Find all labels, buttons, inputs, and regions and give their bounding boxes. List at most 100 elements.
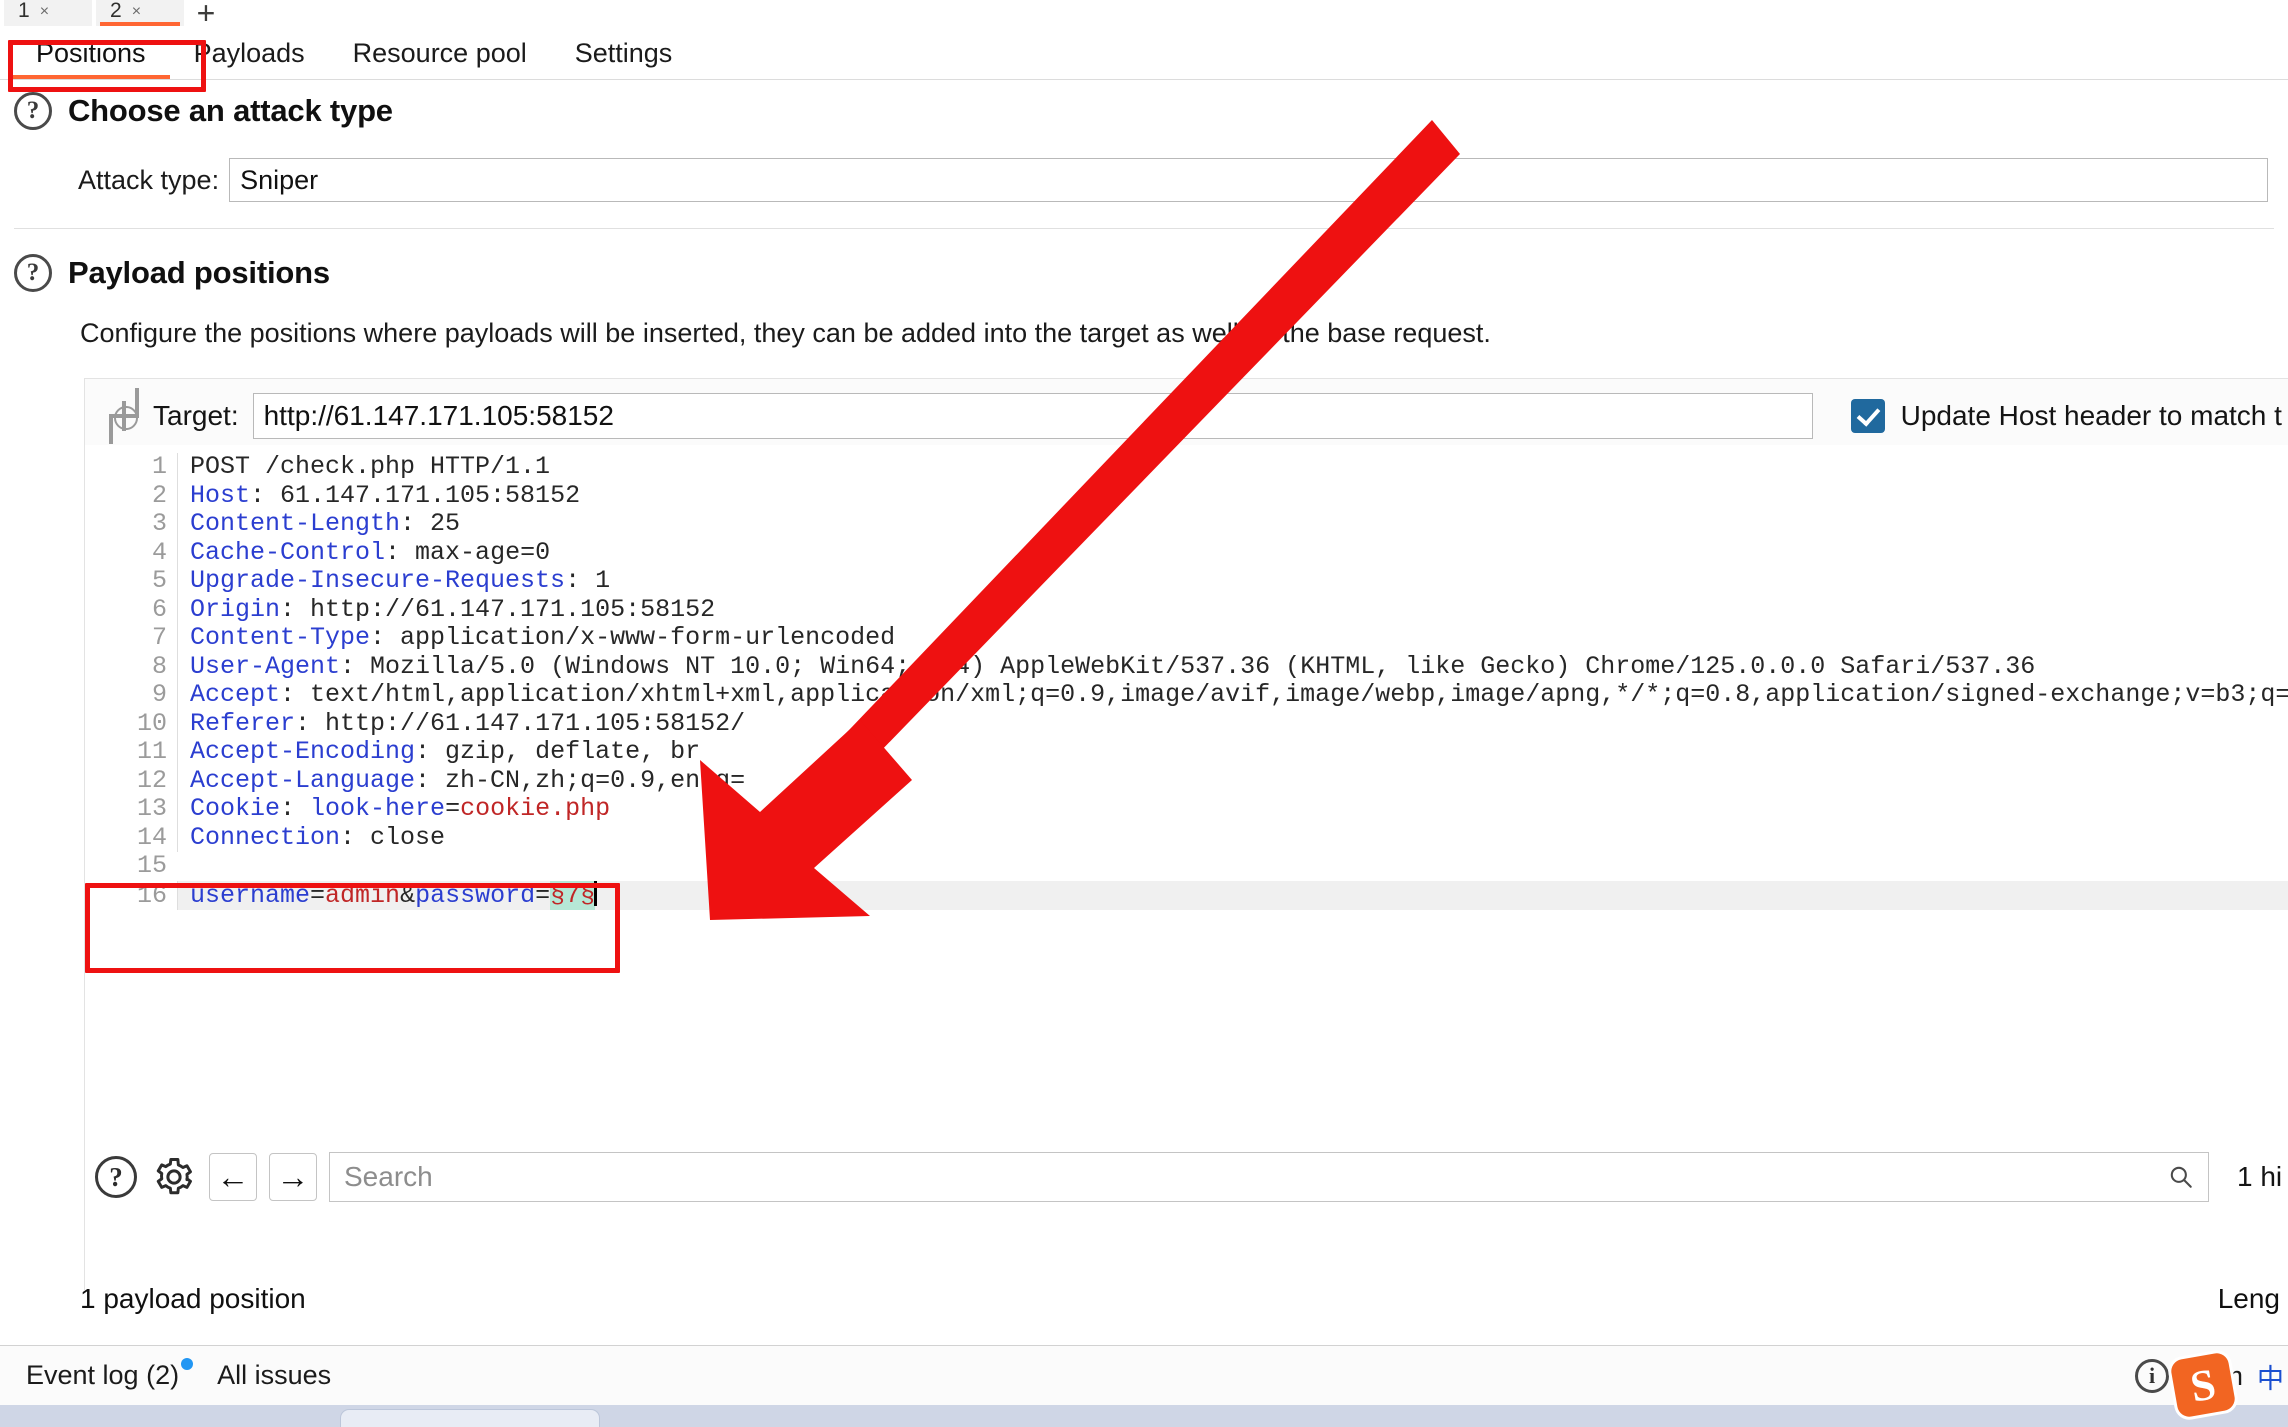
info-icon[interactable]: i [2135,1359,2169,1393]
request-line[interactable]: 16 username=admin&password=§7§ [85,880,2288,910]
window-tab-2-label: 2 [110,0,122,22]
search-hits-label: 1 hi [2237,1161,2283,1192]
attack-type-title: Choose an attack type [68,93,393,128]
code-token: : gzip, deflate, br [415,738,701,766]
help-icon[interactable]: ? [93,1154,139,1200]
sogou-ime-logo: S [2169,1351,2237,1419]
code-token: : text/html,application/xhtml+xml,applic… [280,681,2288,709]
request-line[interactable]: 12 Accept-Language: zh-CN,zh;q=0.9,en;q= [85,765,2288,795]
payload-positions-title: Payload positions [68,255,330,290]
attack-type-label: Attack type: [78,164,220,195]
line-number: 3 [151,509,167,538]
code-token: Accept [190,681,281,709]
line-number: 16 [85,881,177,910]
code-token: : 61.147.171.105:58152 [250,481,581,510]
code-token: & [400,880,416,910]
code-token: : http://61.147.171.105:58152/ [295,709,746,738]
request-code-area[interactable]: 1 POST /check.php HTTP/1.1 2 Host: 61.147.1… [85,445,2288,1427]
request-line[interactable]: 1 POST /check.php HTTP/1.1 [85,452,2288,482]
line-number: 8 [151,651,167,681]
line-number: 14 [136,822,167,852]
line-text: Content-Length: 25 [177,510,2288,539]
line-text: Cookie: look-here=cookie.php [177,795,2288,824]
line-text: Referer: http://61.147.171.105:58152/ [177,709,2288,738]
request-line[interactable]: 8 User-Agent: Mozilla/5.0 (Windows NT 10.… [85,651,2288,681]
request-line[interactable]: 11 Accept-Encoding: gzip, deflate, br [85,737,2288,767]
help-icon[interactable]: ? [14,254,52,292]
code-token: : 1 [565,567,611,595]
payload-position-count: 1 payload position [80,1283,306,1314]
line-text: username=admin&password=§7§ [177,880,2288,910]
line-text: Origin: http://61.147.171.105:58152 [177,595,2288,624]
code-token: look-here [310,795,446,823]
line-text: User-Agent: Mozilla/5.0 (Windows NT 10.0… [177,652,2288,681]
code-token: Cache-Control [190,538,386,567]
request-line[interactable]: 2 Host: 61.147.171.105:58152 [85,480,2288,510]
request-line[interactable]: 3 Content-Length: 25 [85,509,2288,539]
line-number: 12 [136,765,167,795]
search-input[interactable]: Search [329,1152,2209,1202]
update-host-header-checkbox[interactable] [1850,399,1885,433]
new-tab-button[interactable]: + [188,0,224,29]
search-back-button[interactable]: ← [209,1153,257,1201]
event-log-badge [181,1358,194,1370]
gear-icon[interactable] [151,1154,197,1200]
line-text: Connection: close [177,823,2288,852]
update-host-header-label: Update Host header to match t [1900,400,2282,431]
request-line[interactable]: 4 Cache-Control: max-age=0 [85,538,2288,567]
attack-type-select[interactable]: Sniper [229,158,2268,202]
code-token: = [310,880,326,910]
window-tab-1[interactable]: 1 × [4,0,92,26]
code-token: username [190,880,311,910]
update-host-header-row[interactable]: Update Host header to match t [1850,399,2282,433]
code-token: : http://61.147.171.105:58152 [280,595,716,624]
request-line[interactable]: 13 Cookie: look-here=cookie.php [85,794,2288,824]
attack-type-section-header: ? Choose an attack type [14,92,393,130]
line-number: 2 [151,480,167,510]
burp-intruder-window: 1 × 2 × + Positions Payloads Resource po… [0,0,2288,1427]
target-input[interactable]: http://61.147.171.105:58152 [252,393,1813,439]
request-line[interactable]: 7 Content-Type: application/x-www-form-ur… [85,623,2288,653]
line-text: POST /check.php HTTP/1.1 [177,453,2288,482]
tab-resource-pool[interactable]: Resource pool [329,28,551,79]
status-bar: Event log (2) All issues i Mem 中 S [0,1345,2288,1419]
tab-positions[interactable]: Positions [12,28,170,79]
code-token: Origin [190,595,281,624]
code-token: = [445,795,461,823]
target-label: Target: [153,400,239,431]
status-all-issues[interactable]: All issues [217,1360,331,1391]
code-token: User-Agent [190,652,341,681]
taskbar-window-pill[interactable] [340,1409,600,1427]
line-text: Upgrade-Insecure-Requests: 1 [177,567,2288,596]
code-token: Referer [190,709,296,738]
request-line[interactable]: 5 Upgrade-Insecure-Requests: 1 [85,566,2288,596]
line-text: Accept-Encoding: gzip, deflate, br [177,738,2288,767]
ime-language-indicator[interactable]: 中 [2257,1357,2284,1396]
search-forward-button[interactable]: → [269,1153,317,1201]
window-tab-1-label: 1 [18,0,30,22]
tab-settings[interactable]: Settings [551,28,697,79]
payload-positions-description: Configure the positions where payloads w… [80,318,1491,348]
line-number: 10 [136,708,167,738]
status-event-log[interactable]: Event log (2) [26,1358,194,1391]
close-icon[interactable]: × [40,2,49,22]
tab-payloads[interactable]: Payloads [170,28,329,79]
close-icon[interactable]: × [132,2,141,22]
request-lines: 1 POST /check.php HTTP/1.1 2 Host: 61.147.1… [85,452,2288,910]
payload-positions-section-header: ? Payload positions [14,254,330,292]
request-line[interactable]: 9 Accept: text/html,application/xhtml+xml… [85,680,2288,710]
line-text: Content-Type: application/x-www-form-url… [177,624,2288,653]
request-line[interactable]: 15 [85,851,2288,881]
code-token: : Mozilla/5.0 (Windows NT 10.0; Win64; x… [340,652,2036,681]
help-icon[interactable]: ? [14,92,52,130]
request-line[interactable]: 10 Referer: http://61.147.171.105:58152/ [85,708,2288,738]
window-tab-2[interactable]: 2 × [96,0,184,26]
attack-type-row: Attack type: Sniper [78,158,2268,202]
divider [14,228,2274,229]
request-line[interactable]: 14 Connection: close [85,822,2288,852]
request-line[interactable]: 6 Origin: http://61.147.171.105:58152 [85,595,2288,624]
line-number: 9 [151,680,167,709]
code-token: : close [340,823,446,852]
taskbar [0,1405,2288,1427]
magnifier-icon [2170,1166,2192,1188]
